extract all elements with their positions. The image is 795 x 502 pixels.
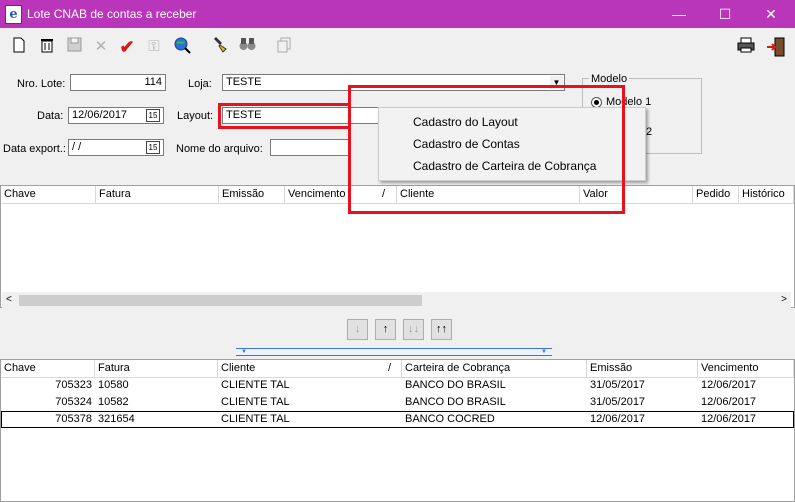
column-header-chave[interactable]: Chave: [1, 360, 95, 377]
close-button[interactable]: ✕: [748, 0, 794, 28]
chevron-left-icon[interactable]: <: [6, 294, 12, 305]
column-header-vencimento[interactable]: Vencimento: [698, 360, 794, 377]
cell-chave: 705324: [55, 396, 92, 408]
data-export-label: Data export.:: [3, 143, 66, 155]
annotation-highlight-layout: [218, 103, 351, 129]
nro-lote-label: Nro. Lote:: [17, 78, 66, 90]
layout-label: Layout:: [177, 110, 214, 122]
cell-chave: 705323: [55, 379, 92, 391]
splitter-arrow-icon: ▼: [541, 349, 547, 355]
table-row[interactable]: 705324 10582 CLIENTE TAL BANCO DO BRASIL…: [1, 394, 794, 411]
cell-carteira: BANCO DO BRASIL: [405, 379, 506, 391]
data-label: Data:: [37, 110, 64, 122]
print-icon[interactable]: [736, 37, 756, 57]
cell-fatura: 10580: [98, 379, 129, 391]
loja-value: TESTE: [226, 76, 262, 88]
column-header-chave[interactable]: Chave: [1, 186, 96, 203]
column-header-emissao[interactable]: Emissão: [587, 360, 698, 377]
cell-fatura: 10582: [98, 396, 129, 408]
column-header-carteira[interactable]: Carteira de Cobrança: [402, 360, 587, 377]
toolbar: ✕ ✔ ⚿: [0, 28, 795, 66]
new-document-icon[interactable]: [9, 37, 29, 57]
table-row-selected[interactable]: 705378 321654 CLIENTE TAL BANCO COCRED 1…: [1, 411, 794, 428]
cancel-x-icon[interactable]: ✕: [91, 37, 111, 57]
scrollbar-thumb[interactable]: [19, 295, 422, 306]
column-header-cliente[interactable]: Cliente /: [218, 360, 402, 377]
calendar-icon[interactable]: 15: [146, 141, 160, 154]
horizontal-scrollbar[interactable]: < >: [2, 292, 791, 309]
save-disk-icon[interactable]: [64, 37, 84, 57]
modelo-legend: Modelo: [589, 73, 630, 85]
column-header-historico[interactable]: Histórico: [739, 186, 794, 203]
chevron-right-icon[interactable]: >: [781, 294, 787, 305]
loja-label: Loja:: [188, 78, 212, 90]
sort-marker-icon: /: [388, 362, 392, 374]
title-bar: e Lote CNAB de contas a receber — ☐ ✕: [0, 0, 795, 28]
filter-icon[interactable]: [210, 37, 230, 57]
splitter-arrow-icon: ▼: [241, 349, 247, 355]
move-all-down-button[interactable]: ↓↓: [403, 319, 424, 340]
cell-cliente: CLIENTE TAL: [221, 379, 290, 391]
cell-emissao: 31/05/2017: [590, 396, 646, 408]
column-header-fatura[interactable]: Fatura: [96, 186, 219, 203]
cell-carteira: BANCO COCRED: [405, 413, 495, 425]
window-title: Lote CNAB de contas a receber: [27, 7, 197, 21]
search-globe-icon[interactable]: [172, 37, 192, 57]
cell-carteira: BANCO DO BRASIL: [405, 396, 506, 408]
cell-emissao: 12/06/2017: [590, 413, 646, 425]
copy-icon[interactable]: [274, 37, 294, 57]
move-all-up-button[interactable]: ↑↑: [431, 319, 452, 340]
column-header-emissao[interactable]: Emissão: [219, 186, 285, 203]
cell-cliente: CLIENTE TAL: [221, 413, 290, 425]
data-value: 12/06/2017: [72, 109, 128, 121]
delete-trash-icon[interactable]: [37, 37, 57, 57]
annotation-highlight-menu: [348, 85, 625, 214]
modelo-2-label: 2: [646, 126, 653, 138]
maximize-button[interactable]: ☐: [702, 0, 748, 28]
cliente-label: Cliente: [221, 362, 256, 374]
splitter-handle[interactable]: ▼ ▼: [236, 348, 552, 356]
nro-lote-field[interactable]: 114: [70, 74, 166, 91]
cell-cliente: CLIENTE TAL: [221, 396, 290, 408]
cell-fatura: 321654: [98, 413, 135, 425]
nome-arquivo-label: Nome do arquivo:: [176, 143, 263, 155]
table-row[interactable]: 705323 10580 CLIENTE TAL BANCO DO BRASIL…: [1, 377, 794, 394]
move-down-button[interactable]: ↓: [347, 319, 368, 340]
nome-arquivo-field[interactable]: [270, 139, 350, 156]
cell-vencimento: 12/06/2017: [701, 379, 757, 391]
cell-chave: 705378: [55, 413, 92, 425]
bottom-grid[interactable]: Chave Fatura Cliente / Carteira de Cobra…: [0, 359, 795, 502]
column-header-pedido[interactable]: Pedido: [693, 186, 739, 203]
column-header-fatura[interactable]: Fatura: [95, 360, 218, 377]
cell-vencimento: 12/06/2017: [701, 396, 757, 408]
exit-door-icon[interactable]: [766, 37, 786, 57]
data-export-value: / /: [72, 141, 82, 153]
minimize-button[interactable]: —: [656, 0, 702, 28]
binoculars-icon[interactable]: [237, 37, 257, 57]
lock-icon[interactable]: ⚿: [144, 37, 164, 57]
bottom-grid-header: Chave Fatura Cliente / Carteira de Cobra…: [1, 360, 794, 378]
app-icon: e: [5, 5, 22, 24]
vencimento-label: Vencimento: [288, 188, 346, 200]
calendar-icon[interactable]: 15: [146, 109, 160, 122]
move-up-button[interactable]: ↑: [375, 319, 396, 340]
cell-vencimento: 12/06/2017: [701, 413, 757, 425]
confirm-check-icon[interactable]: ✔: [117, 37, 137, 57]
cell-emissao: 31/05/2017: [590, 379, 646, 391]
